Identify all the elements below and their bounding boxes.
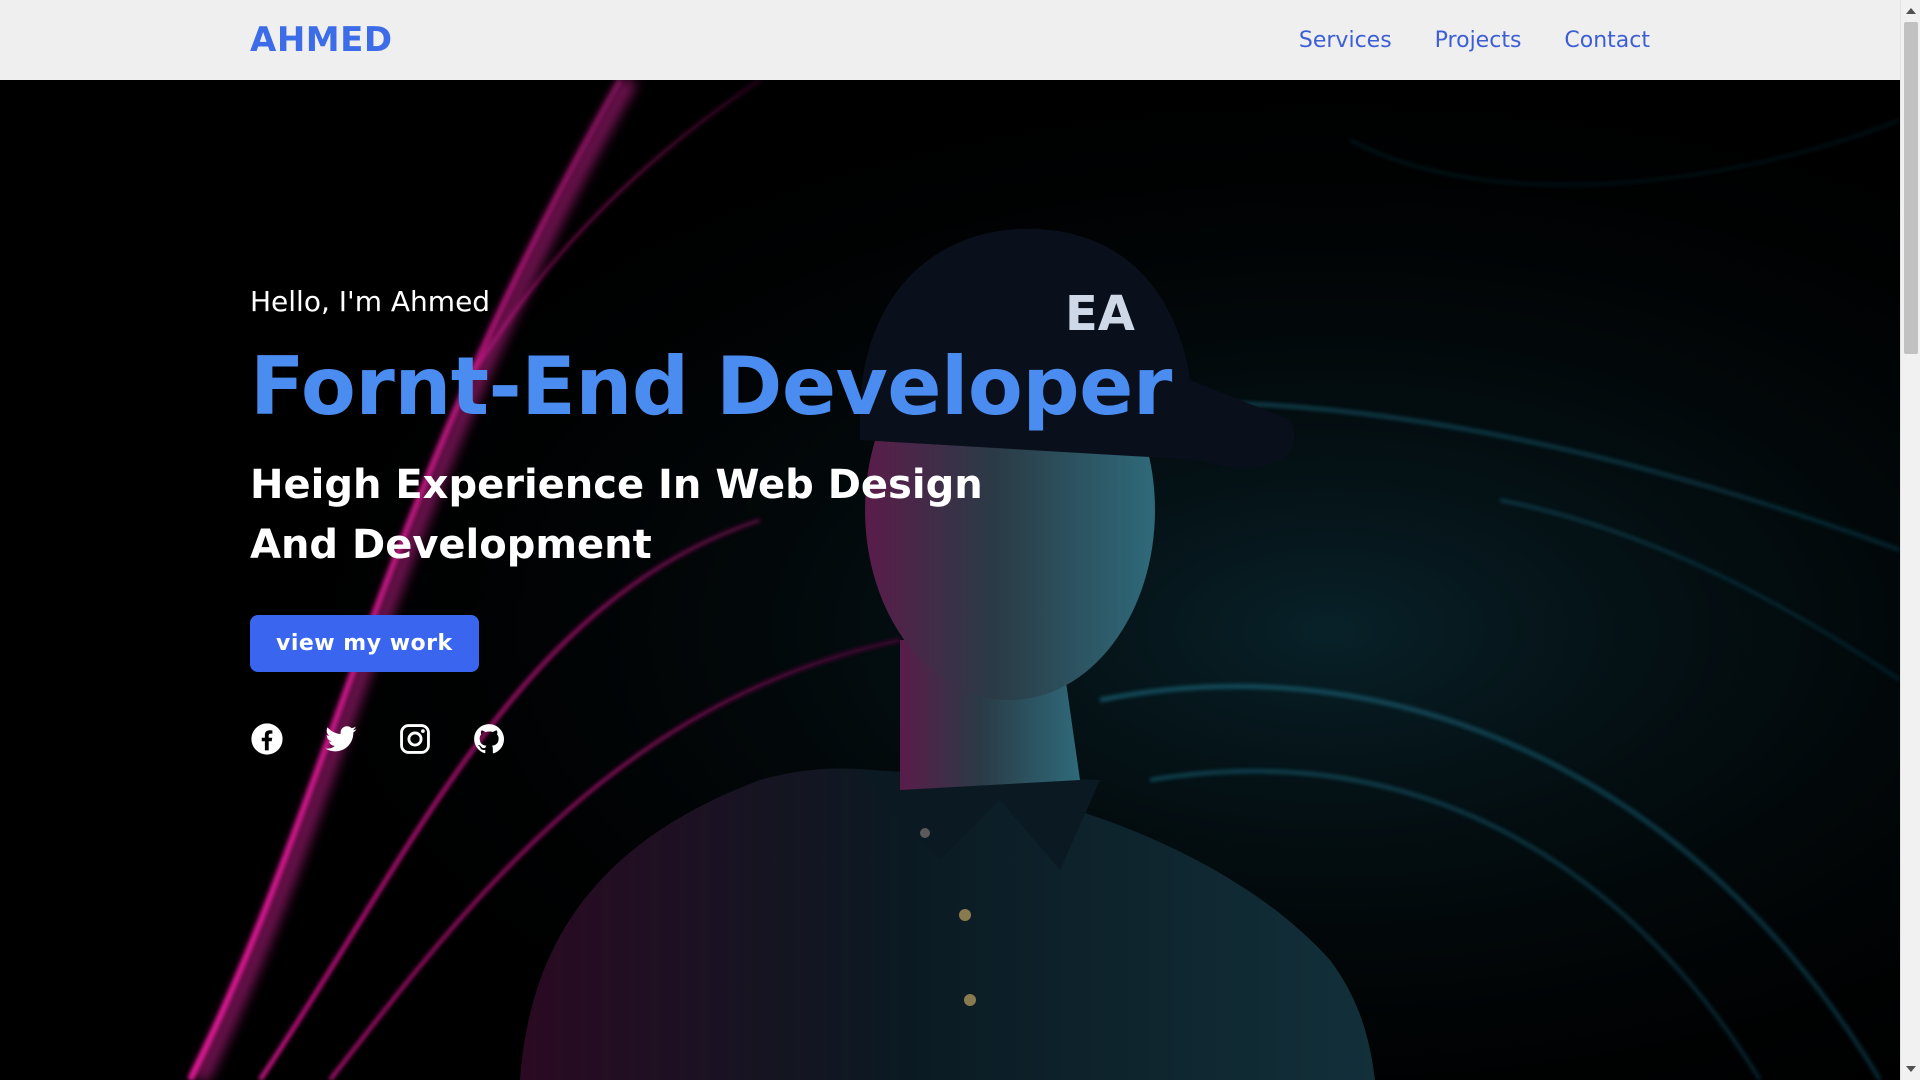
hero-greeting: Hello, I'm Ahmed bbox=[250, 285, 491, 318]
hero-content: Hello, I'm Ahmed Fornt-End Developer Hei… bbox=[250, 285, 1172, 756]
hero-headline: Fornt-End Developer bbox=[250, 340, 1172, 433]
hero-subheadline: Heigh Experience In Web Design And Devel… bbox=[250, 455, 1010, 575]
scroll-up-arrow-icon[interactable] bbox=[1906, 8, 1916, 14]
nav-link-services[interactable]: Services bbox=[1299, 28, 1392, 53]
github-icon[interactable] bbox=[472, 722, 506, 756]
twitter-icon[interactable] bbox=[324, 722, 358, 756]
hero-section: EA Hello, I'm Ahmed Fornt-End Developer … bbox=[0, 80, 1900, 1080]
instagram-icon[interactable] bbox=[398, 722, 432, 756]
navbar: AHMED Services Projects Contact bbox=[0, 0, 1900, 80]
social-links bbox=[250, 722, 1172, 756]
nav-link-projects[interactable]: Projects bbox=[1435, 28, 1522, 53]
scroll-down-arrow-icon[interactable] bbox=[1906, 1066, 1916, 1072]
page: AHMED Services Projects Contact EA Hello… bbox=[0, 0, 1920, 1080]
facebook-icon[interactable] bbox=[250, 722, 284, 756]
page-scrollbar[interactable] bbox=[1900, 0, 1920, 1080]
hero-subheadline-line2: And Development bbox=[250, 522, 652, 568]
nav-link-contact[interactable]: Contact bbox=[1564, 28, 1650, 53]
scroll-thumb[interactable] bbox=[1904, 22, 1918, 354]
logo[interactable]: AHMED bbox=[250, 20, 393, 60]
hero-subheadline-line1: Heigh Experience In Web Design bbox=[250, 462, 983, 508]
nav-links: Services Projects Contact bbox=[1299, 28, 1650, 53]
view-my-work-button[interactable]: view my work bbox=[250, 615, 479, 672]
